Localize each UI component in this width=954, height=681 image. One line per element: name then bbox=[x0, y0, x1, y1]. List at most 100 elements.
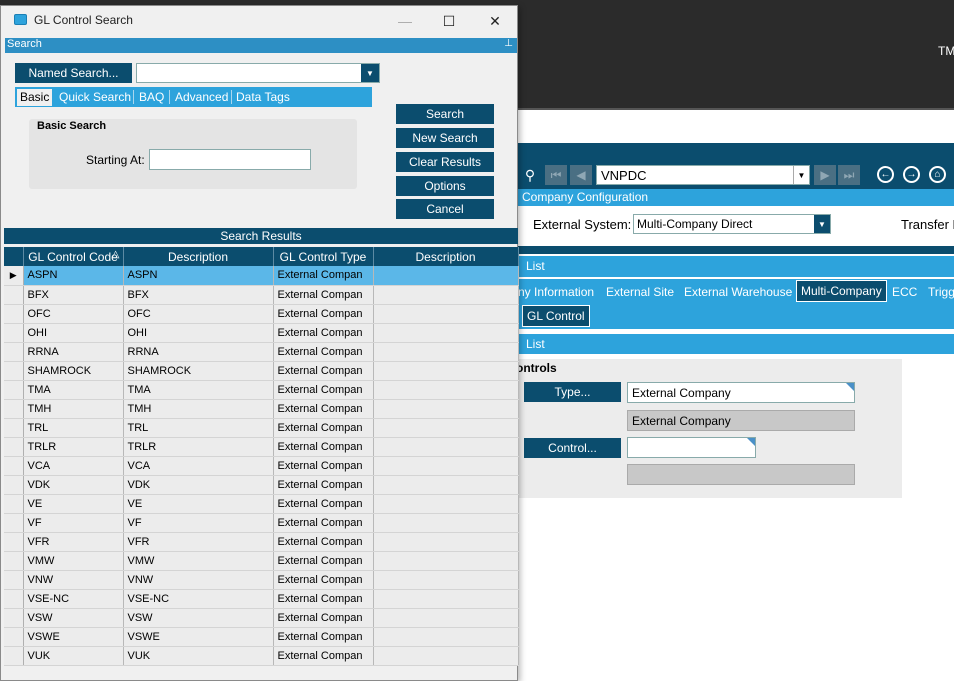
table-row[interactable]: ▶ ASPN ASPN External Compan bbox=[4, 266, 519, 286]
row-selector[interactable] bbox=[4, 475, 24, 495]
row-selector[interactable] bbox=[4, 361, 24, 381]
table-cell-desc[interactable]: VE bbox=[123, 494, 274, 514]
table-cell-desc[interactable]: TRLR bbox=[123, 437, 274, 457]
table-cell-type[interactable]: External Compan bbox=[273, 513, 374, 533]
table-cell-code[interactable]: VDK bbox=[23, 475, 124, 495]
table-row[interactable]: TMA TMA External Compan bbox=[4, 380, 519, 400]
table-cell-desc[interactable]: TMH bbox=[123, 399, 274, 419]
table-cell-desc[interactable]: TRL bbox=[123, 418, 274, 438]
cancel-button[interactable]: Cancel bbox=[396, 199, 494, 219]
chevron-down-icon[interactable]: ▼ bbox=[793, 166, 809, 184]
table-row[interactable]: TRLR TRLR External Compan bbox=[4, 437, 519, 457]
table-cell-desc2[interactable] bbox=[373, 513, 519, 533]
tab-triggers[interactable]: Trigg bbox=[928, 285, 954, 299]
table-cell-code[interactable]: VSE-NC bbox=[23, 589, 124, 609]
table-cell-type[interactable]: External Compan bbox=[273, 323, 374, 343]
table-row[interactable]: VE VE External Compan bbox=[4, 494, 519, 514]
table-row[interactable]: VFR VFR External Compan bbox=[4, 532, 519, 552]
table-cell-desc2[interactable] bbox=[373, 399, 519, 419]
table-row[interactable]: RRNA RRNA External Compan bbox=[4, 342, 519, 362]
column-gl-control-type[interactable]: GL Control Type bbox=[273, 247, 374, 266]
table-cell-type[interactable]: External Compan bbox=[273, 266, 374, 286]
row-selector[interactable] bbox=[4, 532, 24, 552]
table-cell-desc[interactable]: VUK bbox=[123, 646, 274, 666]
table-cell-desc[interactable]: VSW bbox=[123, 608, 274, 628]
table-cell-desc[interactable]: VSWE bbox=[123, 627, 274, 647]
table-cell-desc[interactable]: RRNA bbox=[123, 342, 274, 362]
current-row-indicator-icon[interactable]: ▶ bbox=[4, 266, 24, 286]
table-cell-code[interactable]: TRL bbox=[23, 418, 124, 438]
table-cell-type[interactable]: External Compan bbox=[273, 532, 374, 552]
table-cell-type[interactable]: External Compan bbox=[273, 627, 374, 647]
table-cell-code[interactable]: OFC bbox=[23, 304, 124, 324]
tab-company-information[interactable]: ny Information bbox=[518, 285, 594, 299]
table-cell-type[interactable]: External Compan bbox=[273, 342, 374, 362]
row-selector[interactable] bbox=[4, 323, 24, 343]
table-row[interactable]: VDK VDK External Compan bbox=[4, 475, 519, 495]
table-cell-type[interactable]: External Compan bbox=[273, 570, 374, 590]
table-row[interactable]: VMW VMW External Compan bbox=[4, 551, 519, 571]
table-cell-desc[interactable]: VNW bbox=[123, 570, 274, 590]
table-row[interactable]: VSW VSW External Compan bbox=[4, 608, 519, 628]
table-cell-desc2[interactable] bbox=[373, 532, 519, 552]
binoculars-icon[interactable]: ⚲ bbox=[520, 166, 540, 184]
row-selector[interactable] bbox=[4, 380, 24, 400]
named-search-combo[interactable]: ▼ bbox=[136, 63, 380, 83]
table-cell-desc2[interactable] bbox=[373, 589, 519, 609]
table-row[interactable]: VSWE VSWE External Compan bbox=[4, 627, 519, 647]
first-record-icon[interactable]: ⏮ bbox=[545, 165, 567, 185]
table-cell-desc[interactable]: VF bbox=[123, 513, 274, 533]
column-description[interactable]: Description bbox=[123, 247, 274, 266]
row-selector[interactable] bbox=[4, 513, 24, 533]
table-cell-desc[interactable]: VMW bbox=[123, 551, 274, 571]
external-system-select[interactable]: Multi-Company Direct ▼ bbox=[633, 214, 831, 234]
table-cell-code[interactable]: VF bbox=[23, 513, 124, 533]
row-selector[interactable] bbox=[4, 418, 24, 438]
table-cell-desc2[interactable] bbox=[373, 475, 519, 495]
table-row[interactable]: VF VF External Compan bbox=[4, 513, 519, 533]
table-cell-desc[interactable]: VSE-NC bbox=[123, 589, 274, 609]
pin-icon[interactable]: ⊥ bbox=[504, 38, 513, 49]
table-cell-code[interactable]: VE bbox=[23, 494, 124, 514]
table-cell-desc2[interactable] bbox=[373, 437, 519, 457]
table-row[interactable]: VNW VNW External Compan bbox=[4, 570, 519, 590]
dialog-titlebar[interactable]: GL Control Search — ☐ ✕ bbox=[1, 6, 517, 36]
table-cell-desc[interactable]: ASPN bbox=[123, 266, 274, 286]
table-cell-desc2[interactable] bbox=[373, 456, 519, 476]
chevron-down-icon[interactable]: ▼ bbox=[814, 215, 830, 233]
table-cell-type[interactable]: External Compan bbox=[273, 551, 374, 571]
maximize-icon[interactable]: ☐ bbox=[438, 11, 460, 31]
minimize-icon[interactable]: — bbox=[394, 11, 416, 31]
table-cell-code[interactable]: BFX bbox=[23, 285, 124, 305]
type-button[interactable]: Type... bbox=[524, 382, 621, 402]
table-row[interactable]: OHI OHI External Compan bbox=[4, 323, 519, 343]
table-row[interactable]: SHAMROCK SHAMROCK External Compan bbox=[4, 361, 519, 381]
clear-results-button[interactable]: Clear Results bbox=[396, 152, 494, 172]
table-cell-code[interactable]: OHI bbox=[23, 323, 124, 343]
table-cell-desc[interactable]: VFR bbox=[123, 532, 274, 552]
row-selector[interactable] bbox=[4, 494, 24, 514]
tab-ecc[interactable]: ECC bbox=[892, 285, 917, 299]
chevron-down-icon[interactable]: ▼ bbox=[361, 64, 379, 82]
row-selector[interactable] bbox=[4, 551, 24, 571]
table-cell-code[interactable]: VCA bbox=[23, 456, 124, 476]
previous-record-icon[interactable]: ◀ bbox=[570, 165, 592, 185]
column-description-2[interactable]: Description bbox=[373, 247, 519, 266]
table-cell-type[interactable]: External Compan bbox=[273, 304, 374, 324]
table-row[interactable]: VCA VCA External Compan bbox=[4, 456, 519, 476]
table-cell-desc2[interactable] bbox=[373, 608, 519, 628]
tab-basic[interactable]: Basic bbox=[17, 89, 53, 106]
table-row[interactable]: TRL TRL External Compan bbox=[4, 418, 519, 438]
options-button[interactable]: Options bbox=[396, 176, 494, 196]
table-cell-desc2[interactable] bbox=[373, 304, 519, 324]
table-cell-code[interactable]: VUK bbox=[23, 646, 124, 666]
row-selector[interactable] bbox=[4, 646, 24, 666]
table-cell-type[interactable]: External Compan bbox=[273, 494, 374, 514]
table-cell-desc[interactable]: OFC bbox=[123, 304, 274, 324]
tab-external-site[interactable]: External Site bbox=[606, 285, 674, 299]
table-cell-type[interactable]: External Compan bbox=[273, 399, 374, 419]
row-selector[interactable] bbox=[4, 285, 24, 305]
table-row[interactable]: VSE-NC VSE-NC External Compan bbox=[4, 589, 519, 609]
row-selector[interactable] bbox=[4, 304, 24, 324]
table-cell-code[interactable]: TMH bbox=[23, 399, 124, 419]
